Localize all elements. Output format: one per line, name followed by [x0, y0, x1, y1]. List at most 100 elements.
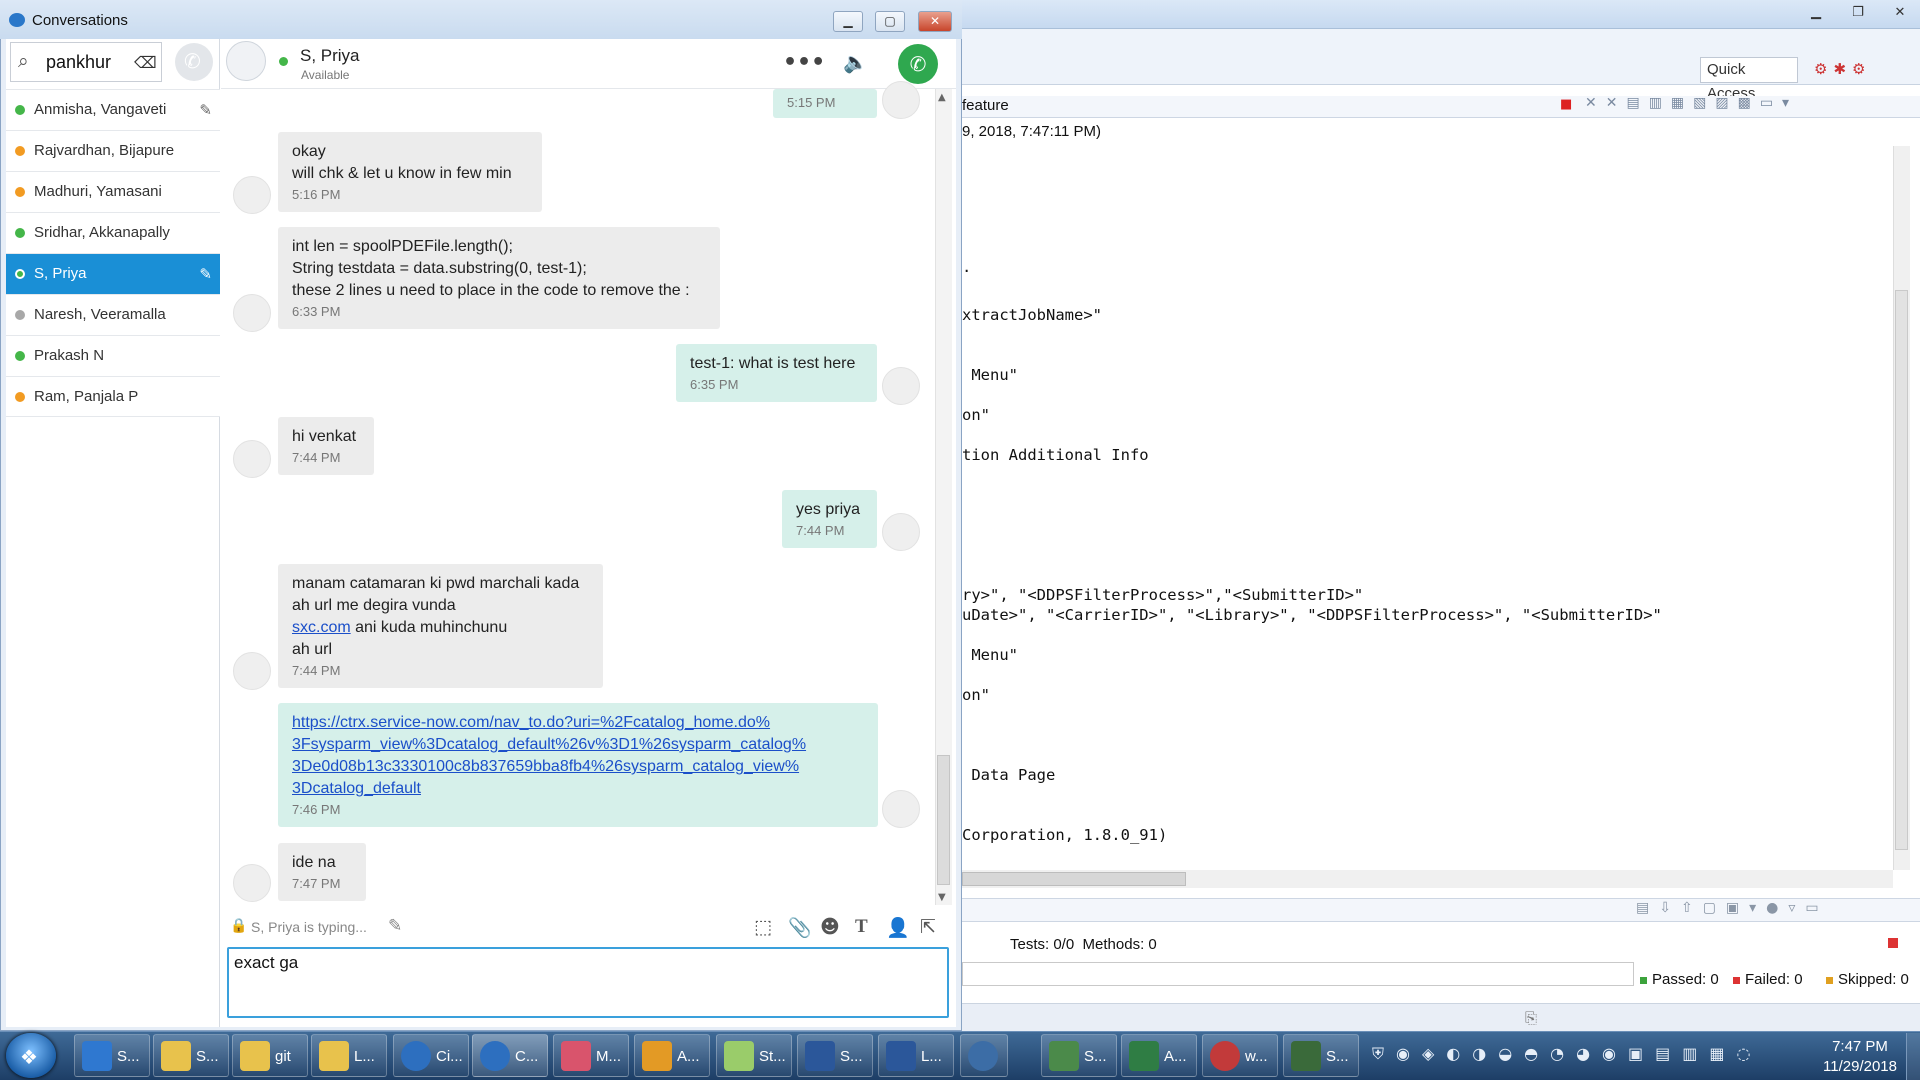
taskbar-item[interactable]: A... [1121, 1034, 1197, 1077]
presence-dot [15, 269, 25, 279]
clear-search-icon[interactable]: ⌫ [134, 53, 157, 72]
message-bubble: hi venkat 7:44 PM [278, 417, 374, 475]
editor-tab-label[interactable]: feature [962, 97, 1009, 114]
screenshot-icon[interactable]: ⬚ [754, 916, 772, 938]
message-input-value[interactable]: exact ga [234, 953, 298, 973]
taskbar-item[interactable]: S... [1283, 1034, 1359, 1077]
maximize-button[interactable]: ▢ [875, 11, 905, 32]
quick-access-field[interactable]: Quick Access [1700, 57, 1798, 102]
avatar[interactable] [226, 41, 266, 81]
tray-icons[interactable]: ⛨◉◈◐◑◒◓◔◕◉▣▤▥▦◌ [1372, 1044, 1802, 1068]
taskbar-item-active[interactable]: C... [472, 1034, 548, 1077]
popout-icon[interactable]: ⇱ [920, 916, 936, 938]
perspective-icons[interactable]: ⚙✱⚙ [1814, 60, 1904, 80]
eclipse-restore-button[interactable]: ❐ [1844, 4, 1872, 22]
pencil-icon: ✎ [388, 916, 403, 936]
message-scroll-thumb[interactable] [937, 755, 950, 885]
message-link-block[interactable]: https://ctrx.service-now.com/nav_to.do?u… [292, 712, 864, 800]
search-value[interactable]: pankhur [46, 52, 111, 73]
eclipse-minimize-button[interactable]: ▁ [1802, 4, 1830, 22]
taskbar-item[interactable]: S... [797, 1034, 873, 1077]
taskbar-item[interactable]: S... [1041, 1034, 1117, 1077]
eclipse-close-button[interactable]: ✕ [1886, 4, 1914, 22]
pencil-icon: ✎ [199, 265, 212, 283]
word-icon [805, 1041, 835, 1071]
message-input[interactable] [227, 947, 949, 1018]
message-text: ah url me degira vunda [292, 597, 456, 614]
stop-icon[interactable] [1888, 938, 1898, 948]
mute-speaker-icon[interactable]: 🔈 [843, 50, 868, 74]
taskbar-item[interactable]: A... [634, 1034, 710, 1077]
text-format-icon[interactable]: T [855, 916, 868, 938]
contact-item[interactable]: Prakash N [6, 335, 220, 376]
presence-dot [15, 228, 25, 238]
avatar [882, 513, 920, 551]
code-line: xtractJobName>" [962, 306, 1102, 324]
stop-icon[interactable]: ■ [1560, 97, 1572, 112]
console-vertical-thumb[interactable] [1895, 290, 1908, 850]
clock-time[interactable]: 7:47 PM [1815, 1038, 1905, 1055]
windows-logo-icon: ❖ [20, 1045, 38, 1069]
code-line: ry>", "<DDPSFilterProcess>","<SubmitterI… [962, 586, 1364, 604]
taskbar-item[interactable]: St... [716, 1034, 792, 1077]
emoji-icon[interactable]: ☻ [820, 916, 840, 938]
taskbar-item[interactable]: L... [878, 1034, 954, 1077]
taskbar-item[interactable]: L... [311, 1034, 387, 1077]
message-link[interactable]: https://ctrx.service-now.com/nav_to.do?u… [292, 714, 770, 731]
message-link[interactable]: sxc.com [292, 619, 351, 636]
show-desktop-button[interactable] [1906, 1033, 1920, 1080]
passed-label: Passed: 0 [1652, 971, 1719, 988]
message-bubble: int len = spoolPDEFile.length(); String … [278, 227, 720, 329]
call-button[interactable]: ✆ [898, 44, 938, 84]
taskbar-item[interactable]: Ci... [393, 1034, 469, 1077]
contact-item[interactable]: Anmisha, Vangaveti ✎ [6, 89, 220, 130]
contact-item[interactable]: Sridhar, Akkanapally [6, 212, 220, 253]
outlook-icon [642, 1041, 672, 1071]
message-link[interactable]: 3Fsysparm_view%3Dcatalog_default%26v%3D1… [292, 736, 806, 753]
taskbar-item[interactable] [960, 1034, 1008, 1077]
message-link[interactable]: 3Dcatalog_default [292, 780, 421, 797]
taskbar-label: Ci... [436, 1048, 463, 1065]
contact-item-selected[interactable]: S, Priya ✎ [6, 253, 220, 294]
message-time: 7:47 PM [292, 876, 341, 891]
close-button[interactable]: ✕ [918, 11, 952, 32]
phone-icon: ✆ [184, 49, 201, 73]
taskbar-item[interactable]: M... [553, 1034, 629, 1077]
taskbar-item[interactable]: S... [74, 1034, 150, 1077]
app-icon [968, 1041, 998, 1071]
avatar [882, 367, 920, 405]
taskbar-label: git [275, 1048, 291, 1065]
message-text: manam catamaran ki pwd marchali kada [292, 575, 580, 592]
sticky-notes-icon [724, 1041, 754, 1071]
contact-item[interactable]: Ram, Panjala P [6, 376, 220, 417]
status-icon[interactable]: ⎘ [1525, 1009, 1537, 1027]
word-icon [886, 1041, 916, 1071]
console-horizontal-thumb[interactable] [962, 872, 1186, 886]
console-toolbar-icons[interactable]: ✕✕▤▥▦▧▨▩▭▾ [1585, 95, 1885, 115]
message-text: ide na [292, 854, 336, 871]
attach-icon[interactable]: 📎 [788, 916, 812, 939]
contact-item[interactable]: Naresh, Veeramalla [6, 294, 220, 335]
taskbar-item[interactable]: S... [153, 1034, 229, 1077]
presence-dot [15, 310, 25, 320]
contact-item[interactable]: Rajvardhan, Bijapure [6, 130, 220, 171]
minimize-button[interactable]: ▁ [833, 11, 863, 32]
presence-dot [15, 105, 25, 115]
citrix-icon [401, 1041, 431, 1071]
message-bubble: ide na 7:47 PM [278, 843, 366, 901]
contact-item[interactable]: Madhuri, Yamasani [6, 171, 220, 212]
taskbar-item[interactable]: w... [1202, 1034, 1278, 1077]
clock-date[interactable]: 11/29/2018 [1815, 1058, 1905, 1075]
passed-icon [1640, 976, 1647, 984]
folder-icon [161, 1041, 191, 1071]
code-line: tion Additional Info [962, 446, 1149, 464]
scroll-up-icon[interactable]: ▲ [938, 92, 946, 103]
add-person-icon[interactable]: 👤 [886, 916, 910, 939]
avatar [233, 652, 271, 690]
taskbar-item[interactable]: git [232, 1034, 308, 1077]
message-link[interactable]: 3De0d08b13c3330100c8b837659bba8fb4%26sys… [292, 758, 799, 775]
contact-name: Naresh, Veeramalla [34, 306, 166, 323]
more-options-icon[interactable]: ••• [783, 50, 825, 75]
scroll-down-icon[interactable]: ▼ [938, 892, 946, 903]
testng-toolbar-icons[interactable]: ▤⇩⇧▢▣▾●▿▭ [1636, 900, 1906, 920]
